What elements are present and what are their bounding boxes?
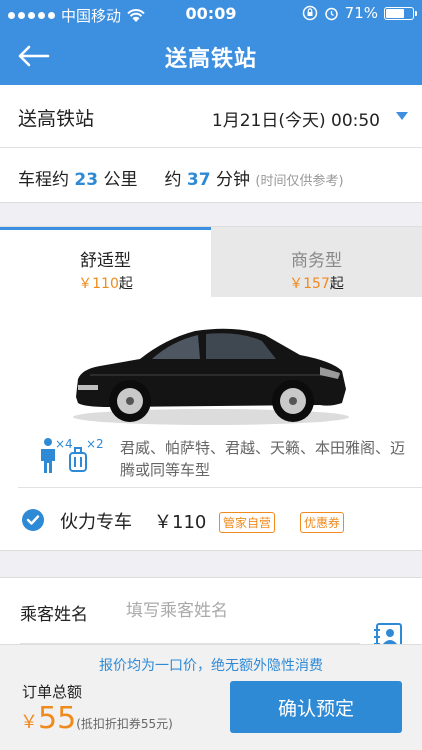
service-option[interactable]: 伙力专车 ￥110 管家自营 优惠券: [0, 488, 422, 552]
passenger-card: 乘客姓名: [0, 577, 422, 651]
capacity-info: ×4 ×2: [38, 437, 112, 477]
luggage-count: ×2: [86, 437, 104, 451]
tab-business-name: 商务型: [291, 251, 342, 271]
car-models: 君威、帕萨特、君越、天籁、本田雅阁、迈腾或同等车型: [120, 439, 406, 479]
trip-estimate: 车程约 23 公里 约 37 分钟 (时间仅供参考): [18, 165, 344, 190]
confirm-button[interactable]: 确认预定: [230, 681, 402, 733]
battery-fill: [386, 8, 405, 18]
service-price: ￥110: [154, 512, 207, 533]
passenger-label: 乘客姓名: [20, 605, 88, 625]
order-footer: 报价均为一口价，绝无额外隐性消费 订单总额 ￥55(抵扣折扣券55元) 确认预定: [0, 644, 422, 750]
battery-icon: [384, 6, 417, 20]
duration-prefix: 约: [164, 170, 182, 190]
discount-note: (抵扣折扣券55元): [76, 717, 173, 731]
status-bar: 中国移动 00:09 71%: [0, 0, 422, 28]
luggage-icon: [69, 447, 87, 472]
service-name: 伙力专车: [60, 512, 132, 533]
station-row[interactable]: 送高铁站 1月21日(今天) 00:50: [0, 85, 422, 148]
distance-prefix: 车程约: [18, 170, 69, 190]
station-label: 送高铁站: [18, 108, 95, 130]
checkmark-icon[interactable]: [22, 509, 44, 531]
total-currency: ￥: [20, 712, 38, 733]
total-amount: 55: [38, 701, 77, 736]
caret-down-icon[interactable]: [396, 112, 408, 120]
car-image: [73, 328, 349, 425]
passenger-name-input[interactable]: [126, 597, 346, 625]
battery-percent: 71%: [344, 4, 378, 22]
tab-business-price: ￥157起: [289, 276, 344, 292]
tab-comfort-name: 舒适型: [80, 251, 131, 271]
duration-unit: 分钟: [216, 170, 250, 190]
service-tag-self-operated: 管家自营: [219, 512, 276, 533]
distance-value: 23: [74, 170, 99, 190]
alarm-icon: [324, 7, 338, 20]
rotation-lock-icon: [302, 5, 317, 21]
distance-unit: 公里: [103, 170, 138, 190]
duration-value: 37: [186, 170, 211, 190]
trip-card: 送高铁站 1月21日(今天) 00:50 车程约 23 公里 约 37 分钟 (…: [0, 85, 422, 203]
order-total-label: 订单总额: [22, 683, 83, 701]
service-tag-coupon: 优惠券: [300, 512, 345, 533]
datetime-selector[interactable]: 1月21日(今天) 00:50: [212, 106, 380, 131]
car-type-card: 舒适型 ￥110起 商务型 ￥157起 ×4 ×2 君威、帕萨特、君越、天籁、本…: [0, 226, 422, 551]
estimate-note: (时间仅供参考): [255, 174, 344, 189]
status-right: 71%: [302, 4, 417, 22]
page-title: 送高铁站: [164, 47, 257, 72]
tab-comfort[interactable]: 舒适型 ￥110起: [0, 227, 211, 297]
tab-comfort-price: ￥110起: [78, 276, 133, 292]
nav-bar: 送高铁站: [0, 28, 422, 85]
order-total: ￥55(抵扣折扣券55元): [20, 701, 173, 736]
car-type-tabs: 舒适型 ￥110起 商务型 ￥157起: [0, 227, 422, 297]
price-notice: 报价均为一口价，绝无额外隐性消费: [99, 658, 323, 674]
tab-business[interactable]: 商务型 ￥157起: [211, 227, 422, 297]
